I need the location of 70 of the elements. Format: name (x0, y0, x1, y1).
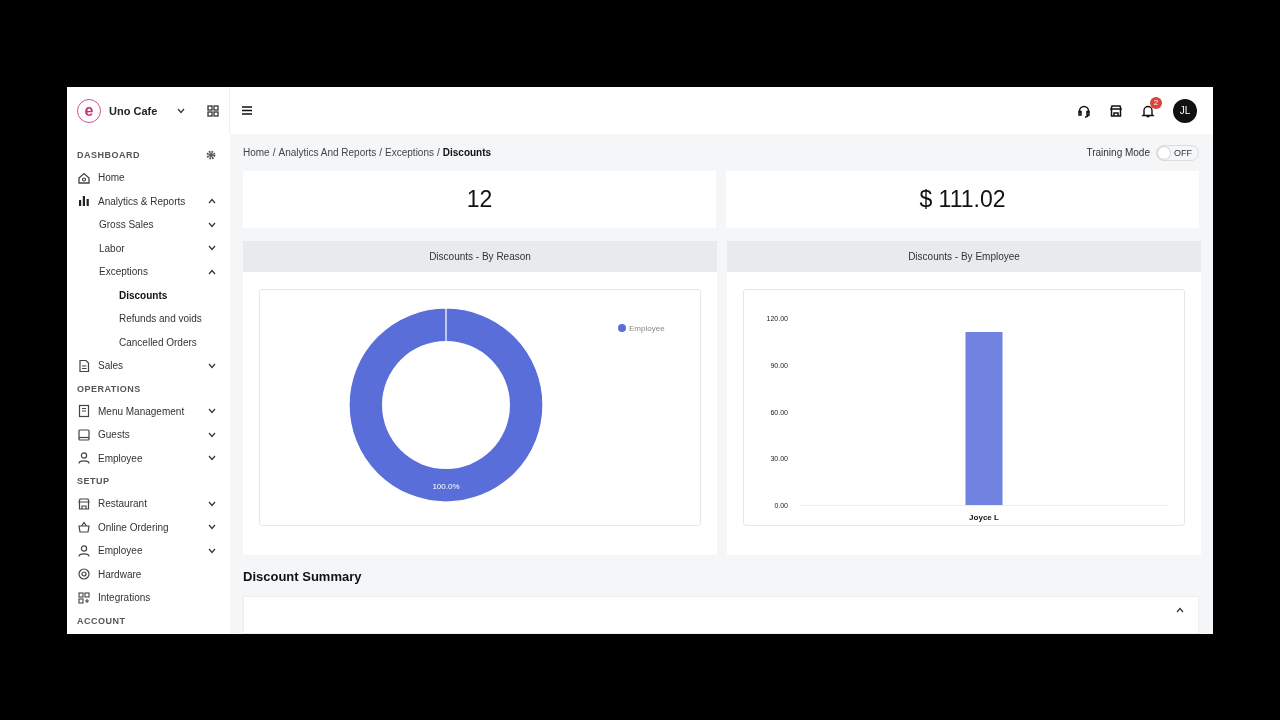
breadcrumb-separator: / (437, 147, 440, 159)
sidebar-item[interactable]: Restaurant (77, 492, 216, 516)
sidebar-item[interactable]: Discounts (77, 283, 216, 307)
chevron-down-icon[interactable] (208, 221, 216, 228)
sidebar-item[interactable]: Integrations (77, 586, 216, 610)
chevron-up-icon[interactable] (1176, 606, 1184, 613)
chevron-down-icon[interactable] (177, 107, 185, 114)
sidebar-item[interactable]: Refunds and voids (77, 307, 216, 331)
sidebar-item[interactable]: Exceptions (77, 260, 216, 284)
legend-dot (618, 324, 626, 333)
slice-label: 100.0% (432, 481, 460, 491)
sidebar-item[interactable]: Guests (77, 423, 216, 447)
chevron-down-icon[interactable] (208, 524, 216, 531)
chevron-down-icon[interactable] (208, 408, 216, 415)
section-heading: OPERATIONS (77, 383, 141, 394)
grid-icon[interactable] (207, 104, 219, 117)
chevron-down-icon[interactable] (208, 362, 216, 369)
breadcrumb-link[interactable]: Home (243, 147, 270, 159)
grid-icon (77, 590, 91, 605)
sidebar-item[interactable]: Cancelled Orders (77, 330, 216, 354)
section-heading: ACCOUNT (77, 615, 126, 626)
house-icon (77, 170, 91, 185)
section-heading: SETUP (77, 476, 110, 486)
headset-icon[interactable] (1077, 103, 1091, 118)
basket-icon (77, 520, 91, 535)
document-icon (77, 358, 91, 373)
breadcrumb-link[interactable]: Exceptions (385, 147, 434, 159)
menu-icon[interactable] (242, 106, 252, 115)
user-avatar[interactable]: JL (1173, 98, 1197, 123)
person-icon (77, 451, 91, 466)
chevron-up-icon[interactable] (208, 268, 216, 275)
stat-card: 12 (243, 171, 716, 229)
chevron-down-icon[interactable] (208, 431, 216, 438)
legend-label[interactable]: Employee (629, 324, 665, 334)
x-tick-label: Joyce L (969, 513, 999, 523)
sidebar-item[interactable]: Menu Management (77, 399, 216, 423)
chevron-down-icon[interactable] (208, 547, 216, 554)
chevron-down-icon[interactable] (208, 455, 216, 462)
sidebar-item[interactable]: Hardware (77, 562, 216, 586)
restaurant-name[interactable]: Uno Cafe (109, 104, 169, 117)
breadcrumb-link[interactable]: Analytics And Reports (278, 147, 377, 159)
bell-icon[interactable] (1141, 103, 1155, 118)
settings-icon[interactable] (206, 150, 216, 160)
breadcrumb-separator: / (379, 147, 383, 159)
training-mode-label: Training Mode (1086, 147, 1150, 159)
section-heading: DASHBOARD (77, 150, 140, 160)
chevron-down-icon[interactable] (208, 500, 216, 507)
panel-title: Discounts - By Reason (243, 241, 717, 273)
breadcrumb-separator: / (272, 147, 276, 159)
person-icon (77, 543, 91, 558)
sidebar-item[interactable]: Employee (77, 446, 216, 470)
notification-badge: 2 (1150, 96, 1162, 109)
bar-chart-icon (77, 194, 91, 209)
sidebar-item[interactable]: Employee (77, 539, 216, 563)
sidebar-item[interactable]: Sales (77, 354, 216, 378)
store-icon (77, 496, 91, 511)
section-title: Discount Summary (243, 569, 363, 587)
chevron-down-icon[interactable] (208, 245, 216, 252)
menu-book-icon (77, 404, 91, 419)
gear-icon (77, 567, 91, 582)
sidebar-item[interactable]: Analytics & Reports (77, 189, 216, 213)
sidebar-item[interactable]: Labor (77, 236, 216, 260)
sidebar-item[interactable]: Online Ordering (77, 515, 216, 539)
book-icon (77, 427, 91, 442)
sidebar-item[interactable]: Home (77, 166, 216, 190)
panel-title: Discounts - By Employee (727, 241, 1201, 273)
chevron-up-icon[interactable] (208, 198, 216, 205)
stat-card: $ 111.02 (726, 171, 1199, 229)
store-icon[interactable] (1109, 103, 1123, 118)
sidebar-item[interactable]: Gross Sales (77, 213, 216, 237)
